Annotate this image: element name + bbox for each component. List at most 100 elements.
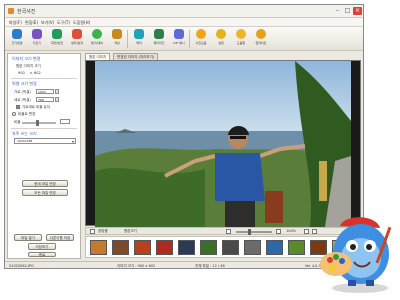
zoom-in-icon[interactable]: [276, 229, 281, 234]
thumbnail-item[interactable]: [200, 240, 217, 255]
preset-value: 1024x768: [17, 139, 33, 143]
keep-ratio-checkbox[interactable]: [16, 105, 20, 109]
tool-help-button[interactable]: 도움말: [233, 29, 249, 49]
close-icon[interactable]: ×: [353, 7, 362, 15]
filter-icon: [72, 29, 82, 39]
app-icon: [8, 8, 14, 14]
original-size-label: 원본 이미지 크기: [16, 64, 41, 68]
crop-icon: [32, 29, 42, 39]
percent-slider[interactable]: [22, 122, 56, 124]
minimize-icon[interactable]: –: [333, 7, 342, 15]
original-height-value: 602: [34, 71, 41, 75]
tool-label: 필터/효과: [70, 41, 84, 45]
tool-crop-button[interactable]: 자르기: [29, 29, 45, 49]
tool-watermark-button[interactable]: 워터마크: [151, 29, 167, 49]
tool-label: 회전/반전: [50, 41, 64, 45]
rotate-right-icon[interactable]: [312, 229, 317, 234]
fit-window-icon[interactable]: [90, 229, 95, 234]
percent-input[interactable]: [60, 119, 70, 124]
tab-original[interactable]: 원본 이미지: [85, 53, 111, 60]
menu-tools[interactable]: 도구(T): [57, 20, 70, 26]
percent-slider-thumb[interactable]: [36, 120, 39, 126]
rotate-icon: [52, 29, 62, 39]
height-label: 세로 (픽셀): [14, 98, 31, 102]
menu-view[interactable]: 보기(V): [41, 20, 54, 26]
tool-label: 설정: [218, 41, 224, 45]
size-section-title: 이미지 크기 변경: [12, 56, 41, 61]
maximize-icon[interactable]: □: [343, 7, 352, 15]
tool-color-button[interactable]: 색상: [109, 29, 125, 49]
open-file-button[interactable]: 파일 열기: [14, 234, 42, 241]
thumbnail-item[interactable]: [134, 240, 151, 255]
exit-button[interactable]: 종료: [28, 252, 56, 257]
zoom-slider[interactable]: [236, 231, 272, 233]
menu-file[interactable]: 파일(F): [9, 20, 22, 26]
tool-label: 액자: [136, 41, 142, 45]
fit-window-label[interactable]: 창맞춤: [98, 229, 108, 234]
width-input[interactable]: 1024: [36, 89, 54, 94]
thumbnail-item[interactable]: [90, 240, 107, 255]
menu-edit[interactable]: 편집(E): [25, 20, 38, 26]
tool-label: 크기변경: [11, 41, 23, 45]
apply-current-button[interactable]: 현재 파일 변경: [22, 180, 68, 187]
app-window: 한국사진 – □ × 파일(F) 편집(E) 보기(V) 도구(T) 도움말(H…: [4, 4, 364, 269]
divider: [11, 128, 77, 129]
status-filename: S1025062.JPG: [9, 264, 34, 268]
original-width-value: 900: [18, 71, 25, 75]
tool-label: 사진모음: [195, 41, 207, 45]
thumbnail-item[interactable]: [266, 240, 283, 255]
thumbnail-item[interactable]: [178, 240, 195, 255]
tool-label: GIF 애니: [173, 41, 185, 45]
percent-radio[interactable]: [12, 112, 16, 116]
tool-frame-button[interactable]: 액자: [131, 29, 147, 49]
actual-size-label[interactable]: 원본크기: [124, 229, 137, 234]
thumbnail-item[interactable]: [222, 240, 239, 255]
resize-icon: [12, 29, 22, 39]
color-icon: [112, 29, 122, 39]
tool-gif-button[interactable]: GIF 애니: [171, 29, 187, 49]
gif-icon: [174, 29, 184, 39]
preset-select[interactable]: 1024x768 ▾: [14, 138, 76, 144]
photo-image: [95, 61, 351, 227]
height-spinner[interactable]: [55, 97, 59, 102]
mascot-image: [320, 217, 392, 293]
tool-update-button[interactable]: 업데이트: [253, 29, 269, 49]
image-viewer[interactable]: [85, 60, 361, 227]
height-input[interactable]: 768: [36, 97, 54, 102]
toolbar-separator: [127, 30, 128, 48]
menu-help[interactable]: 도움말(H): [73, 20, 90, 26]
collage-icon: [196, 29, 206, 39]
tab-preview[interactable]: 변경된 이미지 (미리보기): [113, 53, 159, 60]
zoom-out-icon[interactable]: [226, 229, 231, 234]
viewer-tabs: 원본 이미지 변경된 이미지 (미리보기): [85, 53, 361, 60]
tool-label: 색상: [114, 41, 120, 45]
times-sign: x: [30, 71, 33, 75]
thumbnail-item[interactable]: [112, 240, 129, 255]
menu-bar: 파일(F) 편집(E) 보기(V) 도구(T) 도움말(H): [5, 18, 363, 27]
rotate-left-icon[interactable]: [304, 229, 309, 234]
thumbnail-item[interactable]: [244, 240, 261, 255]
status-bar: S1025062.JPG 이미지 크기 : 900 x 602 전체 파일 : …: [5, 261, 363, 268]
tool-label: 워터마크: [153, 41, 165, 45]
tool-filter-button[interactable]: 필터/효과: [69, 29, 85, 49]
tool-rotate-button[interactable]: 회전/반전: [49, 29, 65, 49]
zoom-slider-thumb[interactable]: [248, 229, 251, 235]
preset-section-title: 자주 쓰는 크기: [12, 131, 37, 136]
divider: [11, 78, 77, 79]
thumbnail-item[interactable]: [156, 240, 173, 255]
brightness-icon: [92, 29, 102, 39]
tool-label: 도움말: [236, 41, 246, 45]
title-bar: 한국사진 – □ ×: [5, 5, 363, 18]
window-title: 한국사진: [17, 9, 36, 15]
save-as-button[interactable]: 다른이름 저장: [46, 234, 74, 241]
tool-resize-button[interactable]: 크기변경: [9, 29, 25, 49]
tool-collage-button[interactable]: 사진모음: [193, 29, 209, 49]
tool-settings-button[interactable]: 설정: [213, 29, 229, 49]
apply-all-button[interactable]: 모든 파일 변경: [22, 189, 68, 196]
frame-icon: [134, 29, 144, 39]
thumbnail-item[interactable]: [288, 240, 305, 255]
tool-brightness-button[interactable]: 밝기/대비: [89, 29, 105, 49]
save-button[interactable]: 저장하기: [28, 243, 56, 250]
status-file-count: 전체 파일 : 12 / 48: [195, 264, 225, 268]
width-spinner[interactable]: [55, 89, 59, 94]
